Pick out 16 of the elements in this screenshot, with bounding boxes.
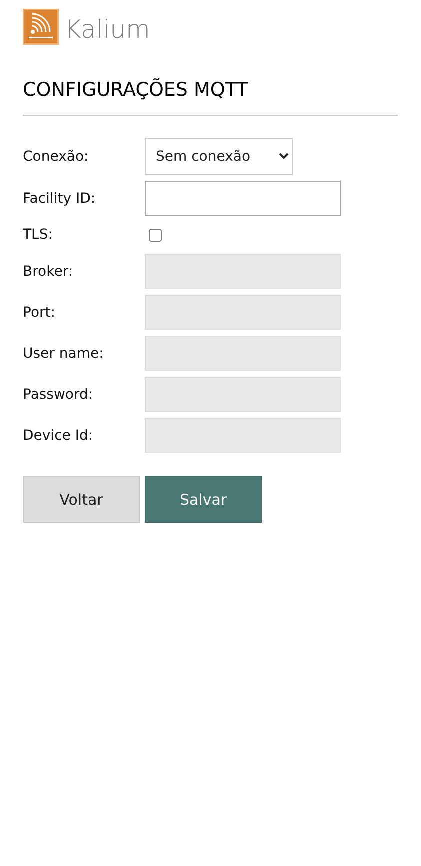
back-button[interactable]: Voltar: [23, 476, 140, 523]
connection-select[interactable]: Sem conexão: [145, 138, 293, 175]
page-title: CONFIGURAÇÕES MQTT: [23, 79, 398, 116]
field-label: TLS:: [23, 227, 54, 243]
tls-checkbox[interactable]: [149, 228, 162, 242]
logo-icon: [23, 9, 59, 45]
field-label: User name:: [23, 346, 105, 362]
save-button[interactable]: Salvar: [145, 476, 262, 523]
field-label: Port:: [23, 304, 56, 320]
brand-name: Kalium: [65, 15, 150, 45]
field-label: Device Id:: [23, 428, 94, 444]
field-label: Conexão:: [23, 148, 90, 164]
field-label: Broker:: [23, 264, 74, 280]
field-label: Facility ID:: [23, 190, 97, 206]
input-field[interactable]: [145, 181, 341, 216]
field-label: Password:: [23, 386, 94, 402]
